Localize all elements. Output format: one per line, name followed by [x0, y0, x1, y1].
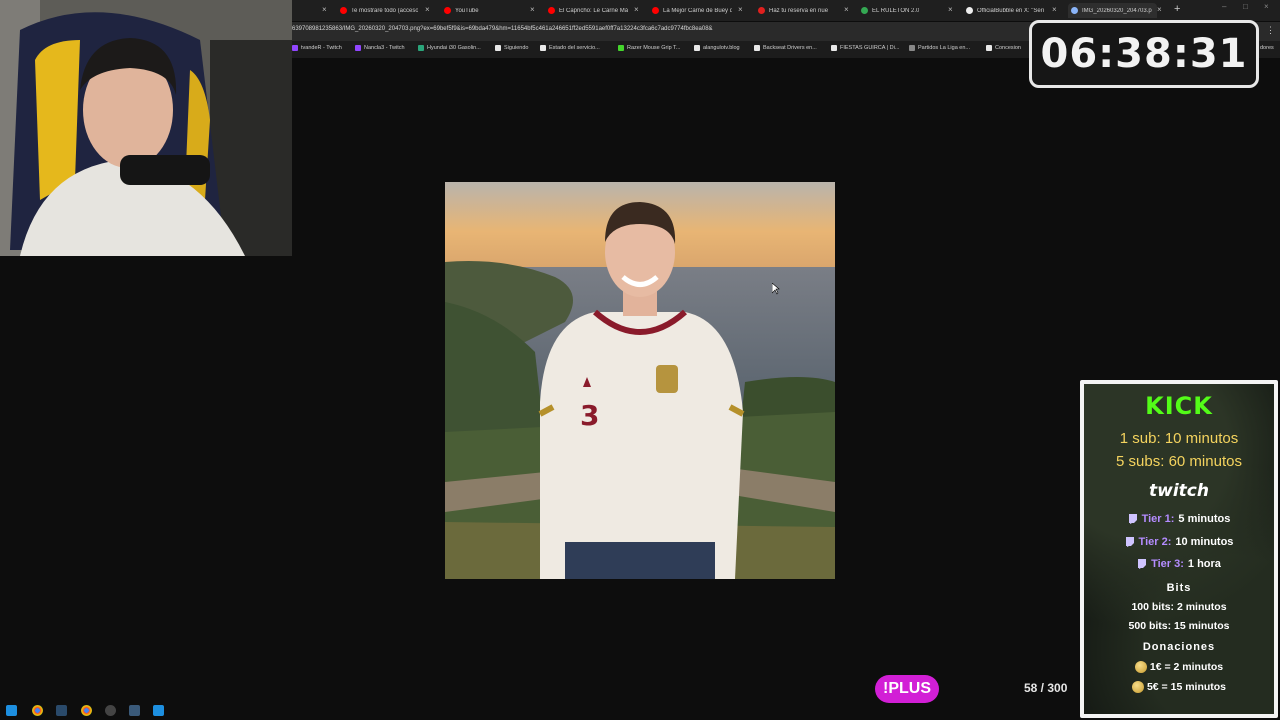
bits-rate-2: 500 bits: 15 minutos [1128, 620, 1230, 632]
close-icon[interactable]: × [738, 5, 743, 15]
bookmark-item[interactable]: Nancla3 - Twitch [355, 45, 405, 51]
chrome-icon[interactable] [32, 705, 43, 716]
browser-tab-active[interactable]: IMG_20260320_204703.p [1068, 3, 1157, 18]
bits-rate-1: 100 bits: 2 minutos [1131, 601, 1227, 613]
image-icon [1071, 7, 1078, 14]
kick-subs-rate: 5 subs: 60 minutos [1116, 453, 1242, 470]
bookmark-item[interactable]: Hyundai i30 Gasolin... [418, 45, 481, 51]
close-window-icon[interactable]: × [1264, 2, 1269, 11]
chrome-icon[interactable] [81, 705, 92, 716]
bookmark-item[interactable]: Razer Mouse Grip T... [618, 45, 680, 51]
minimize-icon[interactable]: – [1222, 2, 1226, 11]
kick-title: KICK [1145, 392, 1213, 420]
bookmark-item[interactable]: Concesion [986, 45, 1021, 51]
browser-tab[interactable]: La Mejor Carne de Buey d [652, 3, 732, 18]
close-icon[interactable]: × [530, 5, 535, 15]
bookmark-item[interactable]: Backseat Drivers en... [754, 45, 817, 51]
donation-rate-2: 5€ = 15 minutos [1084, 681, 1274, 694]
youtube-icon [652, 7, 659, 14]
coin-icon [1134, 661, 1147, 674]
bookmark-item[interactable]: Siguiendo [495, 45, 528, 51]
reservation-icon [758, 7, 765, 14]
tier-row: Tier 2: 10 minutos [1084, 536, 1274, 548]
bookmark-item[interactable]: alangulotv.blog [694, 45, 740, 51]
laliga-icon [909, 45, 915, 51]
close-icon[interactable]: × [844, 5, 849, 15]
mouse-cursor-icon [772, 283, 780, 295]
close-icon[interactable]: × [425, 5, 430, 15]
page-icon [831, 45, 837, 51]
close-icon[interactable]: × [1157, 5, 1162, 15]
twitch-icon [292, 45, 298, 51]
tier-row: Tier 3: 1 hora [1084, 558, 1274, 570]
checkmark-icon [754, 45, 760, 51]
hyundai-icon [418, 45, 424, 51]
bookmark-item[interactable]: Estado del servicio... [540, 45, 600, 51]
streamer-webcam-image [0, 0, 292, 256]
twitch-icon [1125, 537, 1134, 547]
twitch-icon [1128, 514, 1137, 524]
x-icon [966, 7, 973, 14]
svg-text:3: 3 [580, 399, 599, 432]
browser-tab[interactable]: Te mostraré todo (acceso [340, 3, 418, 18]
close-icon[interactable]: × [1052, 5, 1057, 15]
webcam-overlay [0, 0, 292, 256]
browser-tab[interactable]: EL RULETON 2.0 [861, 3, 941, 18]
bookmark-item[interactable]: dores [1260, 45, 1274, 51]
plus-command-badge: !PLUS [875, 675, 939, 703]
browser-tab[interactable]: YouTube [444, 3, 524, 18]
globe-icon [986, 45, 992, 51]
close-icon[interactable]: × [322, 5, 327, 15]
photo-man-in-jersey: 3 [445, 182, 835, 579]
coin-icon [1131, 681, 1144, 694]
twitch-icon [355, 45, 361, 51]
razer-icon [618, 45, 624, 51]
service-icon [540, 45, 546, 51]
browser-tab[interactable]: Haz tu reserva en nue [758, 3, 838, 18]
donations-title: Donaciones [1142, 641, 1216, 653]
youtube-icon [340, 7, 347, 14]
app-icon[interactable] [153, 705, 164, 716]
taskbar [0, 701, 170, 720]
browser-menu-icon[interactable]: ⋮ [1266, 25, 1275, 36]
app-icon[interactable] [129, 705, 140, 716]
close-icon[interactable]: × [948, 5, 953, 15]
bookmark-item[interactable]: Partidos La Liga en... [909, 45, 970, 51]
browser-tab[interactable]: OfficialBubble en X: "Seri [966, 3, 1048, 18]
youtube-icon [548, 7, 555, 14]
goal-counter: 58 / 300 [1024, 681, 1068, 695]
browser-tab-strip: × Te mostraré todo (acceso × YouTube × E… [292, 0, 1280, 21]
panel-content: KICK 1 sub: 10 minutos 5 subs: 60 minuto… [1084, 384, 1274, 714]
browser-tab[interactable]: El Capricho: Le Carne Más [548, 3, 628, 18]
twitch-icon [1138, 559, 1147, 569]
kick-sub-rate: 1 sub: 10 minutos [1119, 430, 1239, 447]
sheets-icon [861, 7, 868, 14]
youtube-icon [444, 7, 451, 14]
close-icon[interactable]: × [634, 5, 639, 15]
bits-title: Bits [1166, 582, 1192, 594]
maximize-icon[interactable]: □ [1243, 2, 1248, 11]
donation-rate-1: 1€ = 2 minutos [1084, 661, 1274, 674]
new-tab-icon[interactable]: + [1174, 3, 1180, 15]
displayed-image: 3 [445, 182, 835, 579]
obs-icon[interactable] [105, 705, 116, 716]
tier-row: Tier 1: 5 minutos [1084, 513, 1274, 525]
steam-icon[interactable] [56, 705, 67, 716]
globe-icon [694, 45, 700, 51]
twitch-title: twitch [1149, 481, 1209, 501]
subathon-info-panel: KICK 1 sub: 10 minutos 5 subs: 60 minuto… [1080, 380, 1278, 718]
url-text[interactable]: 639708981235863/IMG_20260320_204703.png?… [292, 26, 713, 32]
windows-start-icon[interactable] [6, 705, 17, 716]
stream-timer: 06:38:31 [1029, 20, 1259, 88]
x-icon [495, 45, 501, 51]
bookmark-item[interactable]: FIESTAS GUIRCA | Di... [831, 45, 899, 51]
bookmark-item[interactable]: tvandeR - Twitch [292, 45, 342, 51]
